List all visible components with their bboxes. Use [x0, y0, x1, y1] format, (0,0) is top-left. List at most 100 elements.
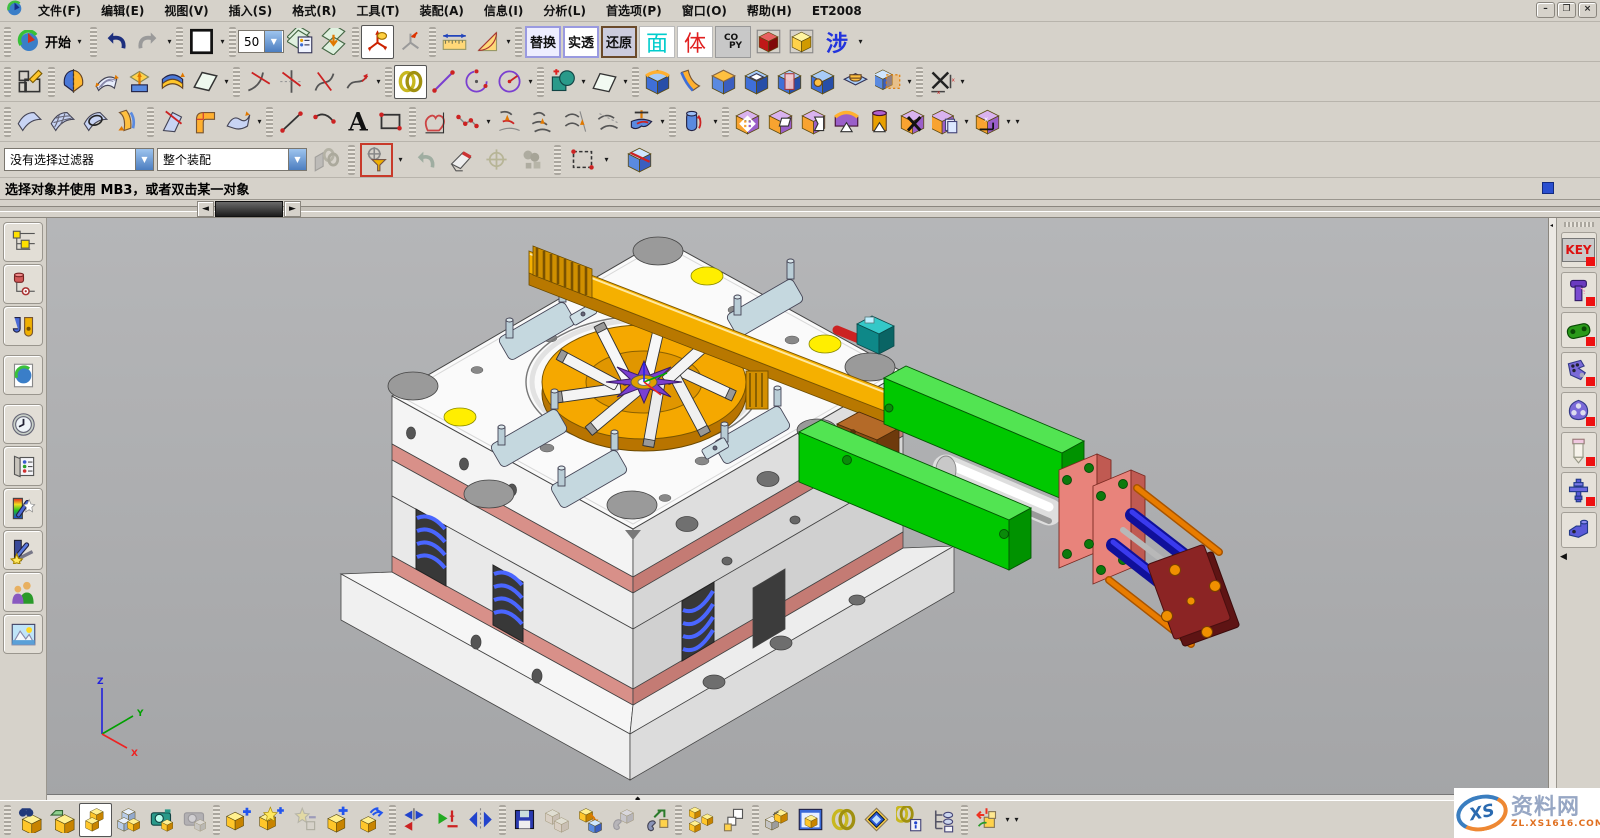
sketch-icon[interactable]: [13, 65, 46, 99]
red-cube-icon[interactable]: [752, 25, 785, 59]
replace-component-icon[interactable]: [574, 803, 607, 837]
studio-surface-icon[interactable]: [222, 105, 255, 139]
minimize-button[interactable]: –: [1536, 2, 1555, 18]
bounded-plane-icon[interactable]: [79, 105, 112, 139]
interpart-rings-icon[interactable]: [827, 803, 860, 837]
new-component-icon[interactable]: [255, 803, 288, 837]
revolve-caret[interactable]: ▾: [711, 117, 720, 126]
layer-combo-arrow[interactable]: ▼: [264, 31, 282, 52]
ruled-surface-icon[interactable]: [13, 105, 46, 139]
toolbar-grip[interactable]: [429, 27, 436, 57]
shell-cube-icon[interactable]: [740, 65, 773, 99]
graphics-viewport[interactable]: Z Y X ◆: [47, 218, 1548, 800]
menu-et2008[interactable]: ET2008: [803, 2, 871, 20]
crosshair-icon[interactable]: [480, 143, 513, 177]
polyline-icon[interactable]: [451, 105, 484, 139]
toolbar-grip[interactable]: [537, 67, 544, 97]
toolbar-grip[interactable]: [213, 805, 220, 835]
scroll-left-button[interactable]: ◄: [197, 201, 214, 217]
toolbar-grip[interactable]: [266, 107, 273, 137]
toolbar-grip[interactable]: [669, 107, 676, 137]
toolbar-grip[interactable]: [752, 805, 759, 835]
viewport-top-scrollbar[interactable]: ◄ ►: [0, 200, 1600, 218]
toolbar-grip[interactable]: [961, 805, 968, 835]
text-icon[interactable]: A: [341, 105, 374, 139]
fitting-part-icon[interactable]: [1561, 472, 1597, 508]
resize-cylinder-icon[interactable]: [863, 105, 896, 139]
circle-caret[interactable]: ▾: [526, 77, 535, 86]
instance-cube-icon[interactable]: [872, 65, 905, 99]
scenery-icon[interactable]: [3, 614, 43, 654]
half-section-icon[interactable]: [57, 65, 90, 99]
toolbar-grip[interactable]: [348, 145, 355, 175]
restore-button[interactable]: ❐: [1557, 2, 1576, 18]
solid-translucent-button[interactable]: 实透: [563, 26, 599, 58]
menu-window[interactable]: 窗口(O): [673, 0, 736, 21]
color-swatch-icon[interactable]: [185, 25, 218, 59]
arrangement-icon[interactable]: [970, 803, 1003, 837]
collapse-panel-arrow[interactable]: ◀: [1560, 552, 1567, 562]
plane-icon[interactable]: [588, 65, 621, 99]
product-view-icon[interactable]: [145, 803, 178, 837]
bottom-overflow-caret[interactable]: ▾: [1012, 815, 1021, 824]
she-button[interactable]: 涉: [819, 26, 855, 58]
undo-icon[interactable]: [99, 25, 132, 59]
scroll-right-button[interactable]: ►: [284, 201, 301, 217]
plane2-caret[interactable]: ▾: [621, 77, 630, 86]
wcs-display-icon[interactable]: [361, 25, 394, 59]
visualization-icon[interactable]: [3, 488, 43, 528]
face-blend-icon[interactable]: [189, 105, 222, 139]
open-component-icon[interactable]: [46, 803, 79, 837]
section-cube-icon[interactable]: [773, 65, 806, 99]
toolbar-grip[interactable]: [176, 27, 183, 57]
menu-file[interactable]: 文件(F): [29, 0, 90, 21]
structure-tree-icon[interactable]: [926, 803, 959, 837]
revolve-icon[interactable]: [678, 105, 711, 139]
boolean-shapes-icon[interactable]: [546, 65, 579, 99]
offset-surface-icon[interactable]: [112, 105, 145, 139]
snap-point-icon[interactable]: [360, 143, 393, 177]
delete-face-icon[interactable]: [896, 105, 929, 139]
project-curve-icon[interactable]: [493, 105, 526, 139]
measure-caret[interactable]: ▾: [504, 37, 513, 46]
undo-overflow-caret[interactable]: ▾: [165, 37, 174, 46]
scrollbar-thumb[interactable]: [215, 201, 283, 217]
ejector-pin-part-icon[interactable]: [1561, 432, 1597, 468]
measure-distance-icon[interactable]: [438, 25, 471, 59]
history-icon[interactable]: [3, 404, 43, 444]
resizeface-caret[interactable]: ▾: [1004, 117, 1013, 126]
replace-button[interactable]: 替换: [525, 26, 561, 58]
toolbar-grip[interactable]: [4, 107, 11, 137]
promote-body-icon[interactable]: [717, 803, 750, 837]
menu-insert[interactable]: 插入(S): [220, 0, 282, 21]
exploded-view-icon[interactable]: [761, 803, 794, 837]
menu-information[interactable]: 信息(I): [475, 0, 532, 21]
hide-component-icon[interactable]: [112, 803, 145, 837]
menu-tools[interactable]: 工具(T): [347, 0, 408, 21]
product-view-gray-icon[interactable]: [178, 803, 211, 837]
chain-rings-icon[interactable]: [394, 65, 427, 99]
bracket-part-icon[interactable]: [1561, 352, 1597, 388]
assembly-navigator-icon[interactable]: [3, 222, 43, 262]
edge-blend-cube-icon[interactable]: [641, 65, 674, 99]
toolbar-grip[interactable]: [389, 805, 396, 835]
toolbar-grip[interactable]: [675, 805, 682, 835]
menu-edit[interactable]: 编辑(E): [92, 0, 153, 21]
mate-constraint-icon[interactable]: [431, 803, 464, 837]
toolbar-grip[interactable]: [4, 27, 11, 57]
section-curve-icon[interactable]: [559, 105, 592, 139]
find-component-icon[interactable]: [13, 803, 46, 837]
pull-face-icon[interactable]: [764, 105, 797, 139]
swatch-caret[interactable]: ▾: [218, 37, 227, 46]
curve-tangent-icon[interactable]: [242, 65, 275, 99]
combine-curve-icon[interactable]: [526, 105, 559, 139]
line-icon[interactable]: [427, 65, 460, 99]
arc-icon[interactable]: [460, 65, 493, 99]
wcs-orient-icon[interactable]: [394, 25, 427, 59]
line2-icon[interactable]: [275, 105, 308, 139]
copy-face-icon[interactable]: [929, 105, 962, 139]
toolbar-grip[interactable]: [233, 67, 240, 97]
selection-scope-combo[interactable]: 整个装配 ▼: [157, 148, 307, 171]
screw-part-icon[interactable]: [1561, 272, 1597, 308]
toolbar-grip[interactable]: [4, 805, 11, 835]
